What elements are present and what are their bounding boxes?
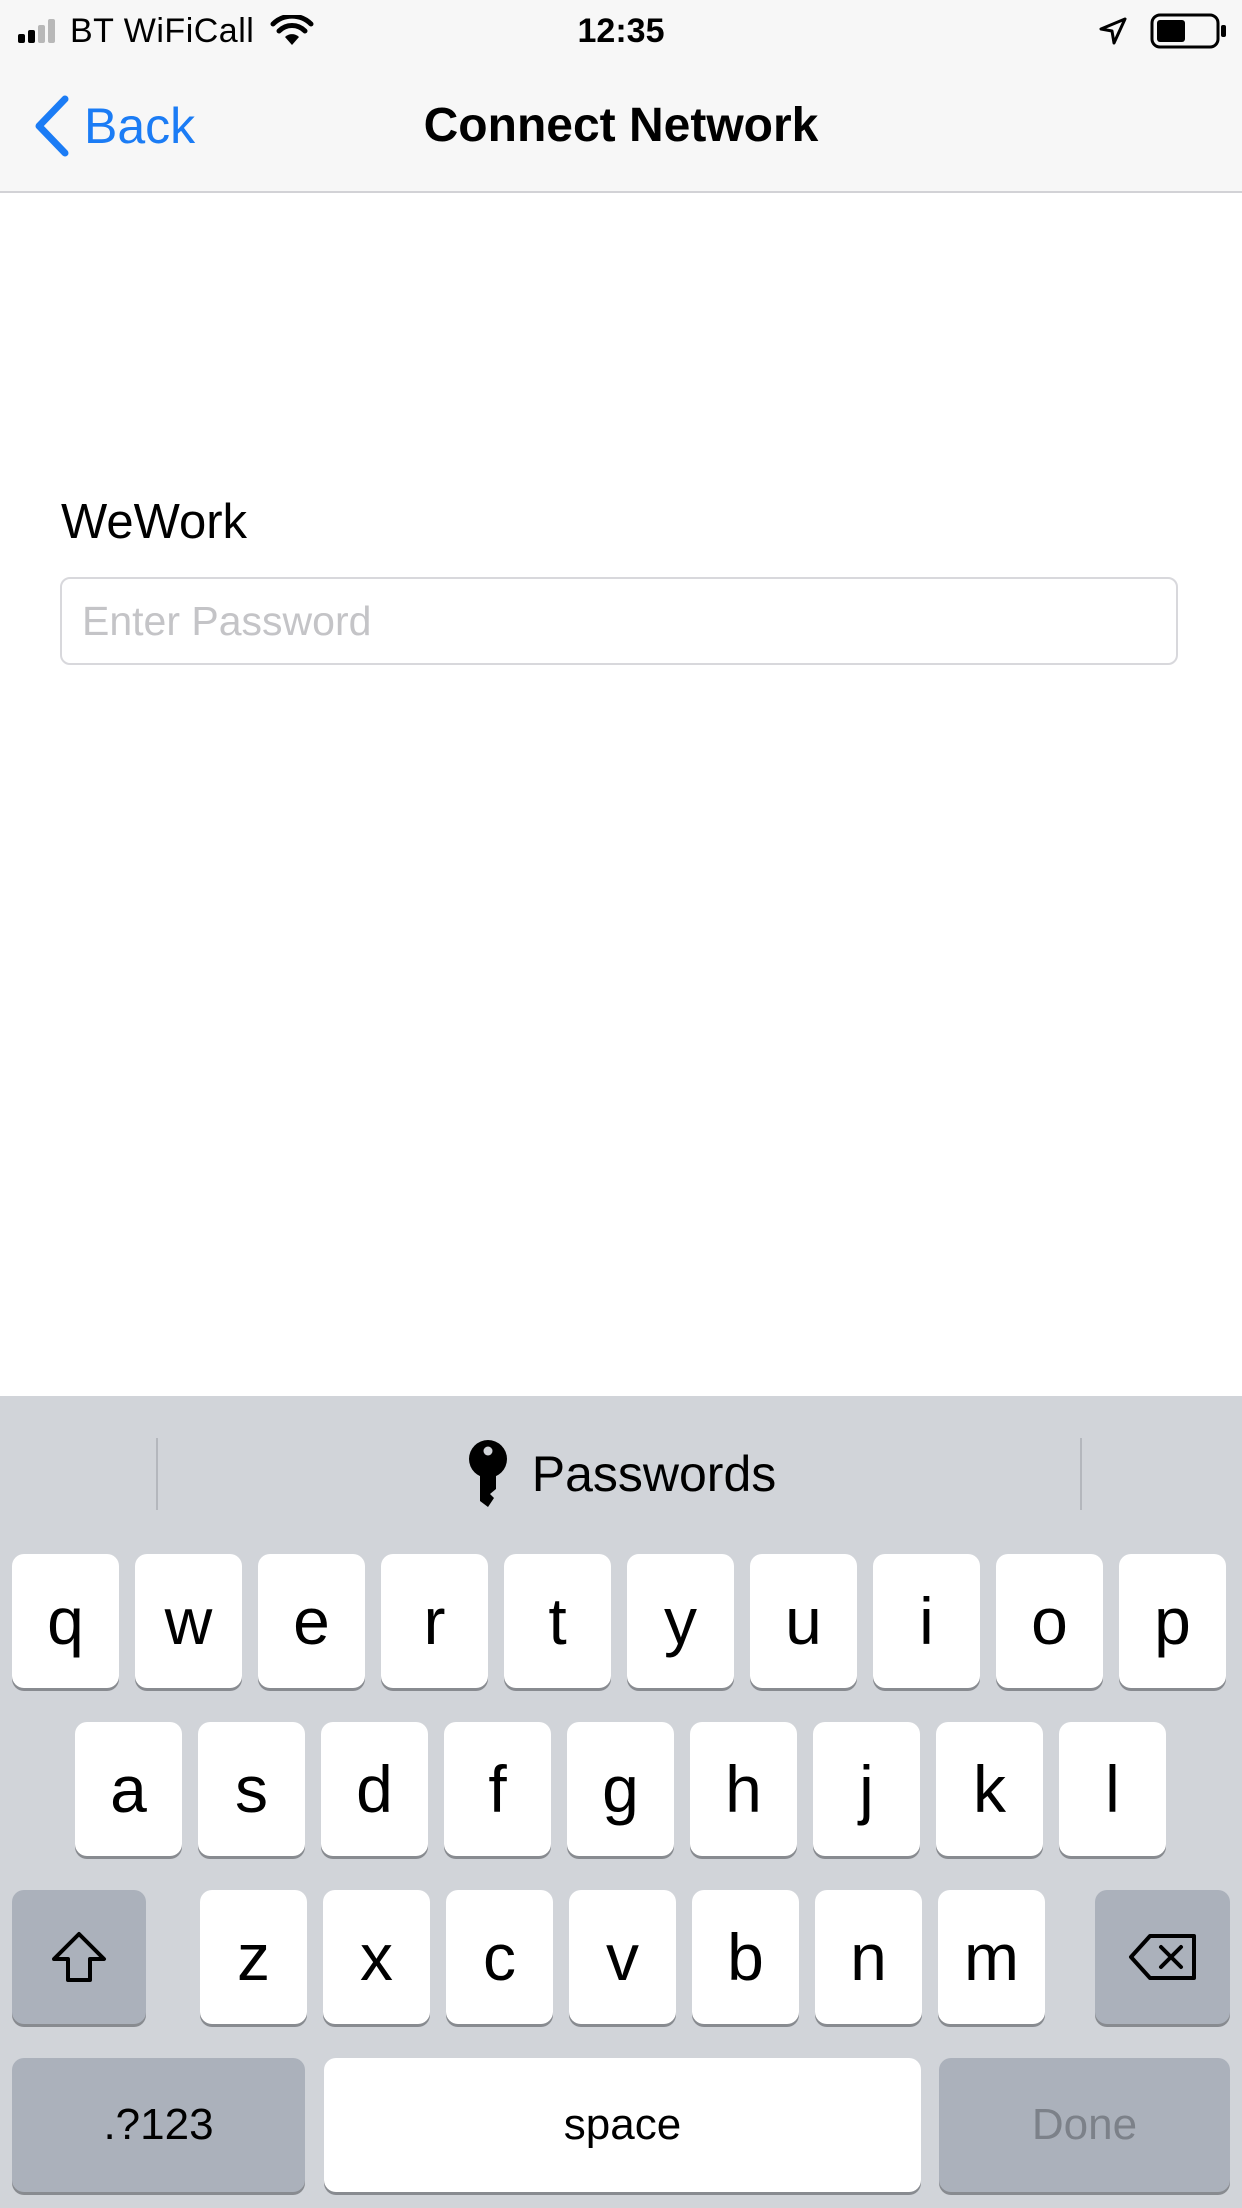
key-p[interactable]: p bbox=[1119, 1554, 1226, 1688]
key-t[interactable]: t bbox=[504, 1554, 611, 1688]
key-k[interactable]: k bbox=[936, 1722, 1043, 1856]
key-o[interactable]: o bbox=[996, 1554, 1103, 1688]
status-time: 12:35 bbox=[577, 12, 665, 50]
password-input[interactable] bbox=[60, 577, 1178, 665]
network-name-label: WeWork bbox=[61, 495, 248, 549]
key-s[interactable]: s bbox=[198, 1722, 305, 1856]
key-d[interactable]: d bbox=[321, 1722, 428, 1856]
delete-key[interactable] bbox=[1095, 1890, 1230, 2024]
battery-icon bbox=[1150, 13, 1226, 49]
key-j[interactable]: j bbox=[813, 1722, 920, 1856]
backspace-icon bbox=[1128, 1934, 1196, 1980]
quicktype-bar: Passwords bbox=[0, 1396, 1242, 1548]
space-key[interactable]: space bbox=[324, 2058, 921, 2192]
key-r[interactable]: r bbox=[381, 1554, 488, 1688]
status-bar: BT WiFiCall 12:35 bbox=[0, 0, 1242, 60]
passwords-suggestion[interactable]: Passwords bbox=[0, 1436, 1242, 1512]
key-f[interactable]: f bbox=[444, 1722, 551, 1856]
key-h[interactable]: h bbox=[690, 1722, 797, 1856]
key-q[interactable]: q bbox=[12, 1554, 119, 1688]
status-right bbox=[1098, 10, 1228, 52]
key-w[interactable]: w bbox=[135, 1554, 242, 1688]
key-v[interactable]: v bbox=[569, 1890, 676, 2024]
key-i[interactable]: i bbox=[873, 1554, 980, 1688]
navigation-bar: Back Connect Network bbox=[0, 60, 1242, 193]
page-title: Connect Network bbox=[423, 99, 819, 152]
key-b[interactable]: b bbox=[692, 1890, 799, 2024]
passwords-label: Passwords bbox=[531, 1446, 777, 1502]
key-g[interactable]: g bbox=[567, 1722, 674, 1856]
key-c[interactable]: c bbox=[446, 1890, 553, 2024]
shift-key[interactable] bbox=[12, 1890, 146, 2024]
numbers-key[interactable]: .?123 bbox=[12, 2058, 305, 2192]
key-l[interactable]: l bbox=[1059, 1722, 1166, 1856]
key-y[interactable]: y bbox=[627, 1554, 734, 1688]
keyboard: Passwords q w e r t y u i o p a s d f g h j k l z x c v b n m .?12… bbox=[0, 1396, 1242, 2208]
shift-arrow-icon bbox=[52, 1932, 106, 1982]
key-a[interactable]: a bbox=[75, 1722, 182, 1856]
key-icon bbox=[468, 1440, 507, 1507]
location-arrow-icon bbox=[1099, 17, 1127, 45]
key-n[interactable]: n bbox=[815, 1890, 922, 2024]
key-x[interactable]: x bbox=[323, 1890, 430, 2024]
key-e[interactable]: e bbox=[258, 1554, 365, 1688]
key-m[interactable]: m bbox=[938, 1890, 1045, 2024]
done-key[interactable]: Done bbox=[939, 2058, 1230, 2192]
key-u[interactable]: u bbox=[750, 1554, 857, 1688]
key-z[interactable]: z bbox=[200, 1890, 307, 2024]
